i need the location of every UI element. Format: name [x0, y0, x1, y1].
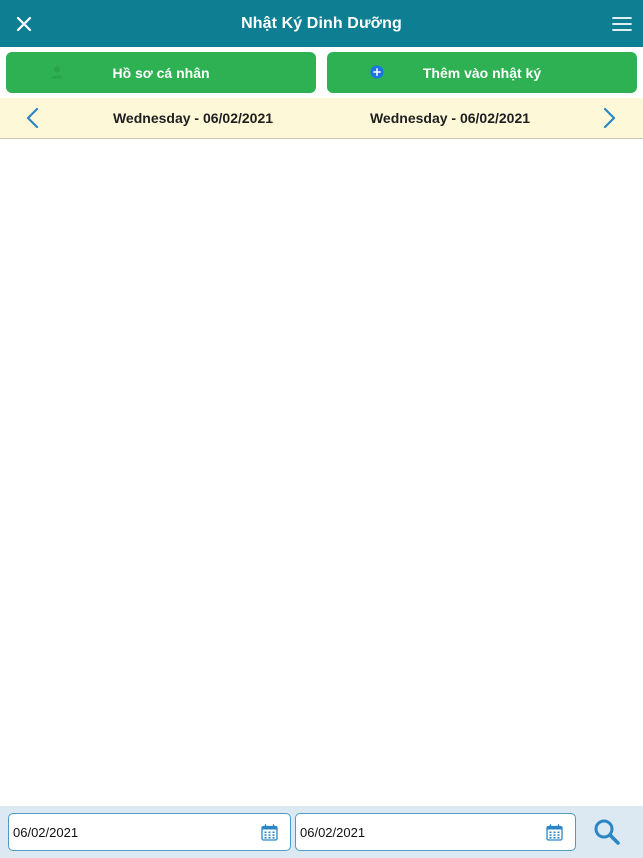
diary-content-area	[0, 140, 643, 806]
from-date-label: Wednesday - 06/02/2021	[112, 110, 274, 126]
calendar-icon[interactable]	[261, 824, 278, 841]
chevron-left-icon	[26, 107, 39, 129]
add-to-diary-label: Thêm vào nhật ký	[422, 64, 542, 81]
app-window: Nhật Ký Dinh Dưỡng Hồ sơ cá nhân Thêm và…	[0, 0, 643, 858]
from-date-field[interactable]	[8, 813, 291, 851]
to-date-field[interactable]	[295, 813, 576, 851]
plus-circle-icon	[370, 65, 384, 79]
previous-date-button[interactable]	[20, 106, 44, 130]
menu-button[interactable]	[611, 12, 633, 36]
calendar-icon[interactable]	[546, 824, 563, 841]
to-date-input[interactable]	[296, 817, 516, 847]
from-date-input[interactable]	[9, 817, 229, 847]
hamburger-menu-icon	[612, 17, 632, 31]
search-button[interactable]	[592, 817, 622, 847]
search-icon	[594, 819, 620, 845]
next-date-button[interactable]	[598, 106, 622, 130]
user-icon	[51, 66, 63, 79]
close-icon	[16, 16, 32, 32]
page-title: Nhật Ký Dinh Dưỡng	[241, 14, 402, 32]
action-bar: Hồ sơ cá nhân Thêm vào nhật ký	[0, 47, 643, 98]
add-to-diary-button[interactable]: Thêm vào nhật ký	[327, 52, 637, 93]
profile-button-label: Hồ sơ cá nhân	[112, 64, 210, 81]
date-navigation-bar: Wednesday - 06/02/2021 Wednesday - 06/02…	[0, 98, 643, 139]
top-bar: Nhật Ký Dinh Dưỡng	[0, 0, 643, 47]
close-button[interactable]	[12, 12, 36, 36]
to-date-label: Wednesday - 06/02/2021	[369, 110, 531, 126]
profile-button[interactable]: Hồ sơ cá nhân	[6, 52, 316, 93]
chevron-right-icon	[603, 107, 616, 129]
date-filter-bar	[0, 806, 643, 858]
